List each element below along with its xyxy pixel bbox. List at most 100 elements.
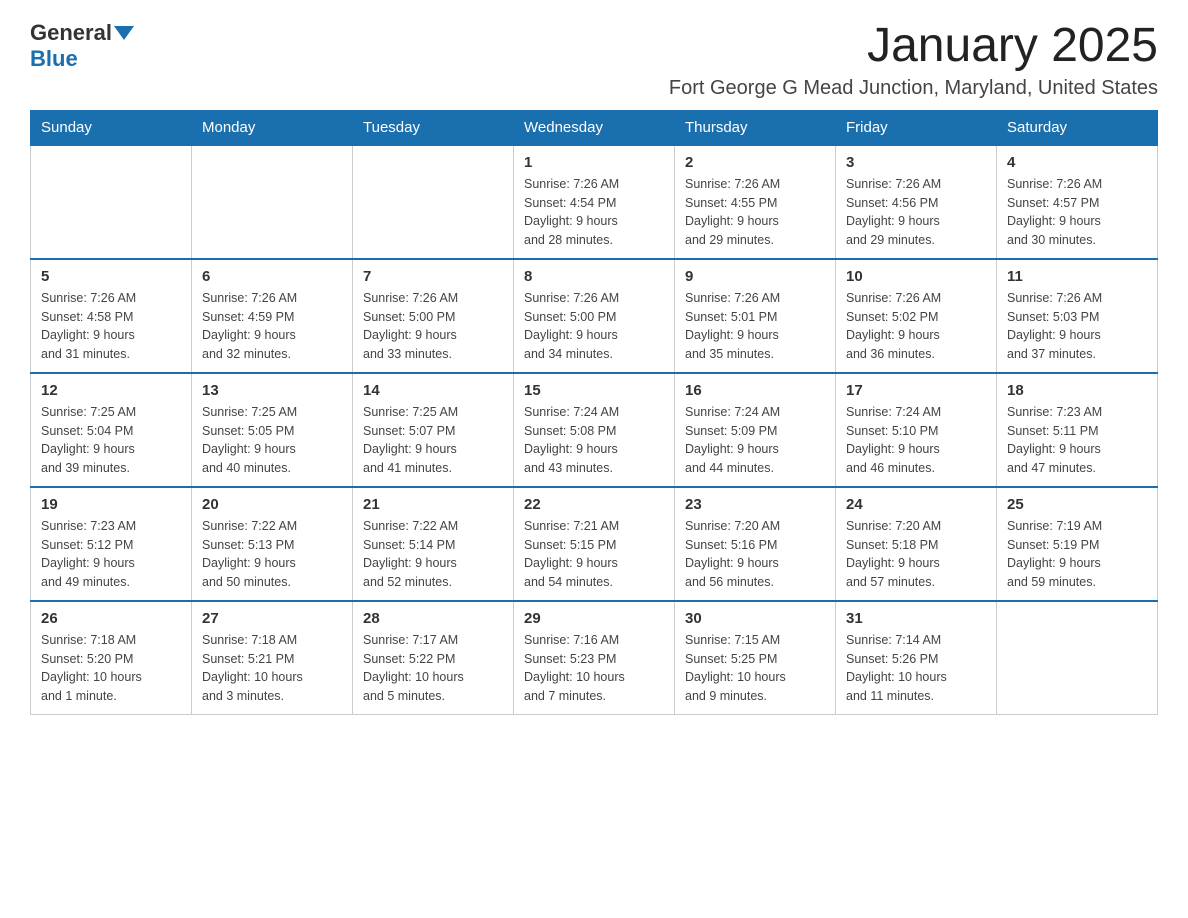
day-info: Sunrise: 7:24 AMSunset: 5:09 PMDaylight:… [685, 403, 825, 478]
day-info: Sunrise: 7:16 AMSunset: 5:23 PMDaylight:… [524, 631, 664, 706]
day-number: 10 [846, 268, 986, 285]
calendar-day-cell: 24 Sunrise: 7:20 AMSunset: 5:18 PMDayligh… [836, 487, 997, 601]
day-number: 21 [363, 496, 503, 513]
day-number: 22 [524, 496, 664, 513]
calendar-week-row: 1 Sunrise: 7:26 AMSunset: 4:54 PMDaylight… [31, 145, 1158, 259]
day-info: Sunrise: 7:24 AMSunset: 5:10 PMDaylight:… [846, 403, 986, 478]
day-info: Sunrise: 7:26 AMSunset: 4:57 PMDaylight:… [1007, 175, 1147, 250]
calendar-day-cell: 2 Sunrise: 7:26 AMSunset: 4:55 PMDaylight… [675, 145, 836, 259]
title-area: January 2025 Fort George G Mead Junction… [669, 20, 1158, 100]
logo-arrow-icon [114, 26, 134, 40]
day-number: 26 [41, 610, 181, 627]
day-number: 20 [202, 496, 342, 513]
day-info: Sunrise: 7:19 AMSunset: 5:19 PMDaylight:… [1007, 517, 1147, 592]
calendar-week-row: 12 Sunrise: 7:25 AMSunset: 5:04 PMDayligh… [31, 373, 1158, 487]
day-info: Sunrise: 7:25 AMSunset: 5:04 PMDaylight:… [41, 403, 181, 478]
calendar-day-cell: 14Sunrise: 7:25 AMSunset: 5:07 PMDayligh… [353, 373, 514, 487]
day-number: 23 [685, 496, 825, 513]
calendar-day-cell: 6Sunrise: 7:26 AMSunset: 4:59 PMDaylight… [192, 259, 353, 373]
calendar-day-cell: 26Sunrise: 7:18 AMSunset: 5:20 PMDayligh… [31, 601, 192, 715]
calendar-day-cell [997, 601, 1158, 715]
day-info: Sunrise: 7:26 AMSunset: 5:03 PMDaylight:… [1007, 289, 1147, 364]
calendar-day-cell: 21Sunrise: 7:22 AMSunset: 5:14 PMDayligh… [353, 487, 514, 601]
day-number: 2 [685, 154, 825, 171]
calendar-day-cell: 19 Sunrise: 7:23 AMSunset: 5:12 PMDayligh… [31, 487, 192, 601]
day-of-week-header: Saturday [997, 110, 1158, 145]
calendar-day-cell [192, 145, 353, 259]
calendar-day-cell: 17 Sunrise: 7:24 AMSunset: 5:10 PMDayligh… [836, 373, 997, 487]
calendar-day-cell: 13Sunrise: 7:25 AMSunset: 5:05 PMDayligh… [192, 373, 353, 487]
day-number: 28 [363, 610, 503, 627]
day-number: 31 [846, 610, 986, 627]
calendar-day-cell: 11 Sunrise: 7:26 AMSunset: 5:03 PMDayligh… [997, 259, 1158, 373]
calendar-week-row: 26Sunrise: 7:18 AMSunset: 5:20 PMDayligh… [31, 601, 1158, 715]
calendar-day-cell: 29 Sunrise: 7:16 AMSunset: 5:23 PMDayligh… [514, 601, 675, 715]
calendar-day-cell: 18 Sunrise: 7:23 AMSunset: 5:11 PMDayligh… [997, 373, 1158, 487]
day-number: 29 [524, 610, 664, 627]
calendar-day-cell: 25 Sunrise: 7:19 AMSunset: 5:19 PMDayligh… [997, 487, 1158, 601]
day-info: Sunrise: 7:25 AMSunset: 5:07 PMDaylight:… [363, 403, 503, 478]
calendar-day-cell: 9 Sunrise: 7:26 AMSunset: 5:01 PMDaylight… [675, 259, 836, 373]
calendar-day-cell [353, 145, 514, 259]
calendar-day-cell: 3 Sunrise: 7:26 AMSunset: 4:56 PMDaylight… [836, 145, 997, 259]
day-number: 6 [202, 268, 342, 285]
day-info: Sunrise: 7:26 AMSunset: 5:00 PMDaylight:… [524, 289, 664, 364]
day-info: Sunrise: 7:15 AMSunset: 5:25 PMDaylight:… [685, 631, 825, 706]
day-number: 19 [41, 496, 181, 513]
day-info: Sunrise: 7:24 AMSunset: 5:08 PMDaylight:… [524, 403, 664, 478]
day-info: Sunrise: 7:14 AMSunset: 5:26 PMDaylight:… [846, 631, 986, 706]
day-info: Sunrise: 7:23 AMSunset: 5:11 PMDaylight:… [1007, 403, 1147, 478]
day-info: Sunrise: 7:26 AMSunset: 4:54 PMDaylight:… [524, 175, 664, 250]
day-of-week-header: Tuesday [353, 110, 514, 145]
calendar-week-row: 5Sunrise: 7:26 AMSunset: 4:58 PMDaylight… [31, 259, 1158, 373]
day-number: 24 [846, 496, 986, 513]
day-info: Sunrise: 7:25 AMSunset: 5:05 PMDaylight:… [202, 403, 342, 478]
day-info: Sunrise: 7:26 AMSunset: 4:55 PMDaylight:… [685, 175, 825, 250]
day-of-week-header: Sunday [31, 110, 192, 145]
calendar-day-cell: 16Sunrise: 7:24 AMSunset: 5:09 PMDayligh… [675, 373, 836, 487]
day-number: 25 [1007, 496, 1147, 513]
day-number: 12 [41, 382, 181, 399]
day-number: 11 [1007, 268, 1147, 285]
calendar-day-cell: 10Sunrise: 7:26 AMSunset: 5:02 PMDayligh… [836, 259, 997, 373]
day-number: 5 [41, 268, 181, 285]
day-number: 18 [1007, 382, 1147, 399]
day-info: Sunrise: 7:21 AMSunset: 5:15 PMDaylight:… [524, 517, 664, 592]
day-number: 15 [524, 382, 664, 399]
calendar-day-cell: 5Sunrise: 7:26 AMSunset: 4:58 PMDaylight… [31, 259, 192, 373]
calendar-day-cell: 31 Sunrise: 7:14 AMSunset: 5:26 PMDayligh… [836, 601, 997, 715]
calendar-day-cell: 22 Sunrise: 7:21 AMSunset: 5:15 PMDayligh… [514, 487, 675, 601]
calendar-day-cell: 15 Sunrise: 7:24 AMSunset: 5:08 PMDayligh… [514, 373, 675, 487]
day-of-week-header: Thursday [675, 110, 836, 145]
day-info: Sunrise: 7:18 AMSunset: 5:21 PMDaylight:… [202, 631, 342, 706]
day-number: 30 [685, 610, 825, 627]
day-number: 17 [846, 382, 986, 399]
calendar-day-cell: 27 Sunrise: 7:18 AMSunset: 5:21 PMDayligh… [192, 601, 353, 715]
day-info: Sunrise: 7:26 AMSunset: 5:01 PMDaylight:… [685, 289, 825, 364]
calendar-table: SundayMondayTuesdayWednesdayThursdayFrid… [30, 110, 1158, 715]
day-of-week-header: Friday [836, 110, 997, 145]
day-info: Sunrise: 7:17 AMSunset: 5:22 PMDaylight:… [363, 631, 503, 706]
day-number: 1 [524, 154, 664, 171]
logo: General Blue [30, 20, 136, 72]
page-header: General Blue January 2025 Fort George G … [30, 20, 1158, 100]
day-number: 7 [363, 268, 503, 285]
day-info: Sunrise: 7:20 AMSunset: 5:18 PMDaylight:… [846, 517, 986, 592]
calendar-week-row: 19 Sunrise: 7:23 AMSunset: 5:12 PMDayligh… [31, 487, 1158, 601]
calendar-day-cell: 23 Sunrise: 7:20 AMSunset: 5:16 PMDayligh… [675, 487, 836, 601]
day-info: Sunrise: 7:22 AMSunset: 5:13 PMDaylight:… [202, 517, 342, 592]
day-number: 8 [524, 268, 664, 285]
calendar-day-cell: 20 Sunrise: 7:22 AMSunset: 5:13 PMDayligh… [192, 487, 353, 601]
day-number: 27 [202, 610, 342, 627]
day-number: 4 [1007, 154, 1147, 171]
calendar-day-cell: 28 Sunrise: 7:17 AMSunset: 5:22 PMDayligh… [353, 601, 514, 715]
location-title: Fort George G Mead Junction, Maryland, U… [669, 77, 1158, 100]
day-info: Sunrise: 7:23 AMSunset: 5:12 PMDaylight:… [41, 517, 181, 592]
day-number: 9 [685, 268, 825, 285]
day-info: Sunrise: 7:20 AMSunset: 5:16 PMDaylight:… [685, 517, 825, 592]
calendar-header-row: SundayMondayTuesdayWednesdayThursdayFrid… [31, 110, 1158, 145]
day-number: 3 [846, 154, 986, 171]
day-info: Sunrise: 7:26 AMSunset: 4:56 PMDaylight:… [846, 175, 986, 250]
day-info: Sunrise: 7:26 AMSunset: 5:00 PMDaylight:… [363, 289, 503, 364]
logo-general-text: General [30, 20, 112, 46]
